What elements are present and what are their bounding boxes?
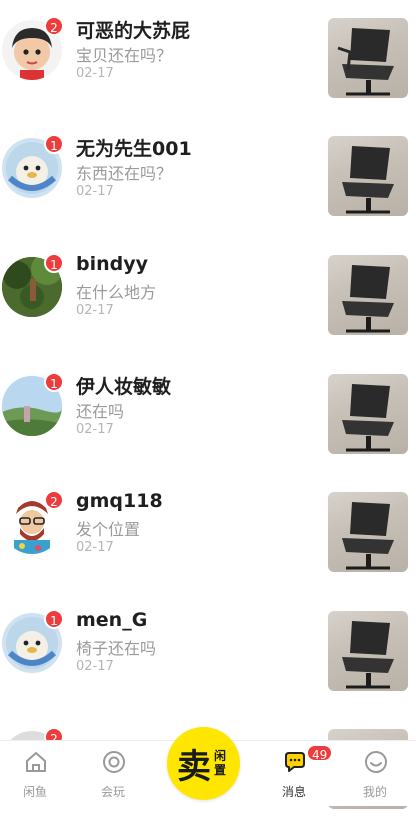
contact-name: 无为先生001 [76, 138, 192, 160]
home-icon [26, 752, 46, 772]
sell-sub-label: 闲置 [214, 749, 227, 777]
tab-label: 闲鱼 [22, 785, 47, 799]
message-preview: 还在吗 [76, 402, 125, 421]
unread-badge: 1 [44, 372, 64, 392]
item-thumbnail[interactable] [328, 611, 408, 691]
message-date: 02-17 [76, 303, 114, 318]
message-icon [285, 752, 305, 772]
contact-name: 伊人妆敏敏 [76, 376, 172, 398]
message-date: 02-17 [76, 422, 114, 437]
sell-idle-button[interactable]: 卖 闲置 [167, 727, 240, 800]
item-thumbnail[interactable] [328, 492, 408, 572]
item-thumbnail[interactable] [328, 255, 408, 335]
chair-image [342, 621, 394, 689]
conversation-row[interactable]: 1 无为先生001 东西还在吗？ 02-17 [0, 118, 416, 236]
message-date: 02-17 [76, 659, 114, 674]
item-thumbnail[interactable] [328, 136, 408, 216]
profile-icon [365, 751, 387, 773]
chair-image [342, 146, 394, 214]
tab-label: 我的 [362, 785, 387, 799]
avatar[interactable]: 1 [2, 372, 64, 436]
avatar[interactable]: 2 [2, 490, 64, 554]
chair-image [342, 265, 394, 333]
contact-name: gmq118 [76, 490, 163, 512]
sell-label: 卖 [177, 747, 211, 787]
message-preview: 发个位置 [76, 520, 141, 539]
contact-name: 可恶的大苏屁 [76, 20, 191, 42]
conversation-row[interactable]: 2 可恶的大苏屁 宝贝还在吗？ 02-17 [0, 0, 416, 118]
conversation-row[interactable]: 1 伊人妆敏敏 还在吗 02-17 [0, 356, 416, 474]
chair-image [337, 28, 394, 96]
message-date: 02-17 [76, 184, 114, 199]
chair-image [342, 502, 394, 570]
unread-badge: 2 [44, 490, 64, 510]
unread-badge: 1 [44, 609, 64, 629]
item-thumbnail[interactable] [328, 374, 408, 454]
tab-me[interactable]: 我的 [340, 741, 410, 806]
tab-play[interactable]: 会玩 [78, 741, 148, 806]
tab-home[interactable]: 闲鱼 [0, 741, 70, 806]
messages-count-badge: 49 [306, 744, 334, 762]
conversation-row[interactable]: 1 men_G 椅子还在吗 02-17 [0, 593, 416, 711]
message-preview: 椅子还在吗 [76, 639, 157, 658]
conversation-row[interactable]: 2 gmq118 发个位置 02-17 [0, 474, 416, 592]
conversation-row[interactable]: 1 bindyy 在什么地方 02-17 [0, 237, 416, 355]
contact-name: bindyy [76, 253, 149, 275]
chair-image [342, 384, 394, 452]
message-preview: 在什么地方 [76, 283, 157, 302]
tab-label: 会玩 [100, 785, 125, 799]
avatar[interactable]: 1 [2, 609, 64, 673]
unread-badge: 1 [44, 253, 64, 273]
avatar[interactable]: 1 [2, 253, 64, 317]
message-date: 02-17 [76, 66, 114, 81]
tab-label: 消息 [281, 785, 306, 799]
message-preview: 宝贝还在吗？ [76, 46, 173, 65]
unread-badge: 1 [44, 134, 64, 154]
message-date: 02-17 [76, 540, 114, 555]
message-preview: 东西还在吗？ [76, 164, 173, 183]
avatar[interactable]: 2 [2, 16, 64, 80]
contact-name: men_G [76, 609, 148, 631]
unread-badge: 2 [44, 16, 64, 36]
avatar[interactable]: 1 [2, 134, 64, 198]
play-circle-icon [103, 751, 125, 773]
item-thumbnail[interactable] [328, 18, 408, 98]
